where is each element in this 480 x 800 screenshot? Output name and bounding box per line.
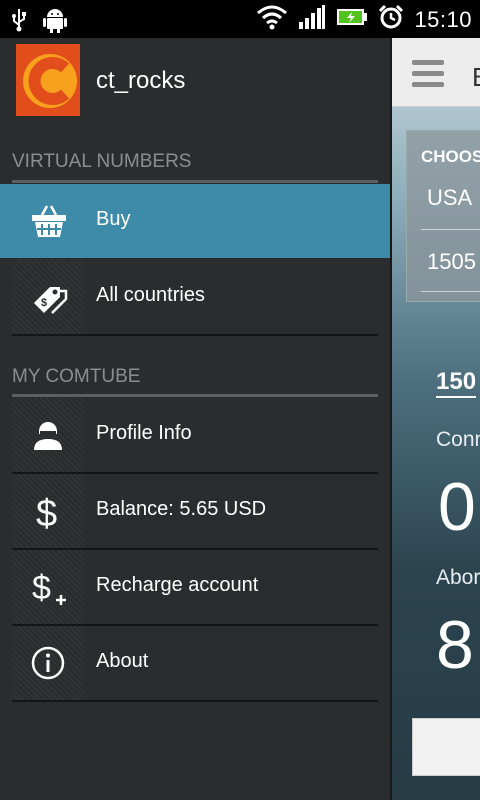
- connection-value: 0: [438, 469, 476, 545]
- signal-icon: [298, 4, 326, 35]
- nav-label-recharge-account: Recharge account: [96, 574, 259, 596]
- nav-item-profile-info[interactable]: Profile Info: [0, 398, 390, 474]
- info-icon: [12, 626, 84, 700]
- drawer-header[interactable]: ct_rocks: [0, 38, 390, 116]
- navigation-drawer: ct_rocks VIRTUAL NUMBERS Buy $ All count…: [0, 38, 390, 800]
- wifi-icon: [256, 4, 288, 35]
- connection-label: Conn: [436, 428, 480, 451]
- nav-item-balance[interactable]: $ Balance: 5.65 USD: [0, 474, 390, 550]
- nav-label-about: About: [96, 650, 149, 672]
- status-bar: 15:10: [0, 0, 480, 38]
- subscription-value: 8: [436, 607, 474, 683]
- android-icon: [42, 6, 68, 39]
- nav-item-buy[interactable]: Buy: [0, 184, 390, 258]
- battery-charging-icon: [336, 6, 368, 33]
- profile-icon: [12, 398, 84, 472]
- status-time: 15:10: [414, 6, 472, 32]
- number-heading: 150: [436, 368, 477, 398]
- dollar-icon: $: [12, 474, 84, 548]
- nav-label-profile-info: Profile Info: [96, 422, 192, 444]
- nav-label-buy: Buy: [96, 208, 131, 230]
- item-divider: [12, 334, 378, 336]
- menu-icon[interactable]: [412, 60, 444, 93]
- nav-item-recharge-account[interactable]: $ Recharge account: [0, 550, 390, 626]
- background-choose-card: CHOOS USA 1505: [406, 130, 480, 302]
- background-action-bar: [390, 38, 480, 107]
- item-divider: [12, 700, 378, 702]
- background-app: CHOOS USA 1505 150 Conn 0 Abor 8: [390, 38, 480, 800]
- svg-text:$: $: [36, 493, 57, 531]
- drawer-edge: [390, 38, 392, 800]
- tags-icon: $: [12, 260, 84, 334]
- country-value[interactable]: USA: [427, 185, 472, 211]
- nav-label-balance: Balance: 5.65 USD: [96, 498, 267, 520]
- nav-item-about[interactable]: About: [0, 626, 390, 702]
- alarm-icon: [378, 4, 404, 35]
- basket-icon: [12, 184, 84, 258]
- comtube-logo: [16, 44, 80, 116]
- subscription-label: Abor: [436, 566, 480, 589]
- nav-item-all-countries[interactable]: $ All countries: [0, 260, 390, 336]
- choose-label: CHOOS: [421, 147, 480, 166]
- usb-icon: [10, 7, 28, 38]
- dollar-plus-icon: $: [12, 550, 84, 624]
- section-my-comtube: MY COMTUBE: [12, 366, 141, 387]
- svg-text:$: $: [41, 297, 47, 309]
- background-button[interactable]: [412, 718, 480, 776]
- svg-text:$: $: [32, 569, 51, 607]
- section-virtual-numbers: VIRTUAL NUMBERS: [12, 151, 192, 172]
- nav-label-all-countries: All countries: [96, 284, 205, 306]
- section-divider: [12, 394, 378, 397]
- background-title: B: [472, 62, 480, 93]
- username: ct_rocks: [96, 67, 186, 94]
- section-divider: [12, 180, 378, 183]
- number-value[interactable]: 1505: [427, 249, 476, 275]
